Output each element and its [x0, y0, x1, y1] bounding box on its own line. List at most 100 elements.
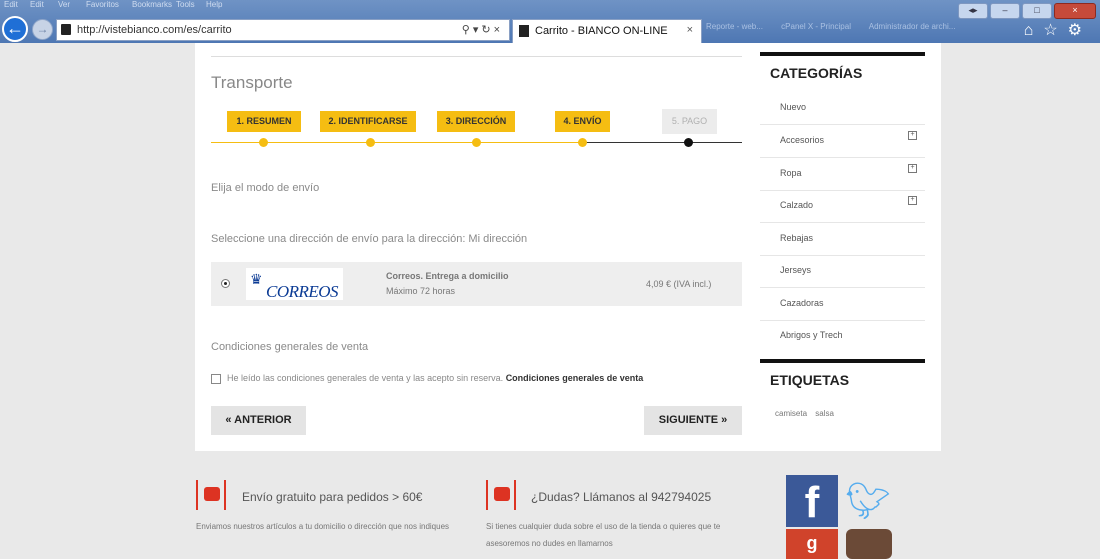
background-tab[interactable]: Administrador de archi... [869, 22, 956, 31]
select-address-text: Seleccione una dirección de envío para l… [211, 233, 528, 245]
menu-item[interactable]: Help [206, 0, 222, 9]
address-bar[interactable]: http://vistebianco.com/es/carrito ⚲▾↻× [56, 19, 510, 41]
crown-horn-icon: ♛ [250, 271, 263, 287]
category-item[interactable]: Ropa + [760, 158, 925, 191]
window-controls: ◂▸ – □ × [956, 0, 1096, 19]
tags-heading-text: ETIQUETAS [770, 372, 850, 388]
step-resumen[interactable]: 1. RESUMEN [227, 111, 301, 132]
carrier-name: Correos. Entrega a domicilio [386, 271, 509, 281]
menu-item[interactable]: Tools [176, 0, 195, 9]
site-icon [61, 24, 71, 35]
terms-heading: Condiciones generales de venta [211, 341, 369, 353]
category-label[interactable]: Jerseys [780, 265, 811, 275]
step-identificarse[interactable]: 2. IDENTIFICARSE [320, 111, 416, 132]
star-icon[interactable]: ☆ [1043, 22, 1067, 39]
browser-toolbar-icons: ⌂☆⚙ [1024, 20, 1092, 40]
previous-button[interactable]: « ANTERIOR [211, 406, 306, 435]
next-button[interactable]: SIGUIENTE » [644, 406, 742, 435]
terms-checkbox[interactable] [211, 374, 221, 384]
terms-link[interactable]: Condiciones generales de venta [506, 373, 644, 383]
categories-heading-text: CATEGORÍAS [770, 65, 863, 81]
tab-title: Carrito - BIANCO ON-LINE [535, 25, 668, 37]
step-dot [578, 138, 587, 147]
category-label[interactable]: Abrigos y Trech [780, 330, 843, 340]
tag-list: camiseta salsa [775, 409, 840, 418]
category-label[interactable]: Accesorios [780, 135, 824, 145]
twitter-icon[interactable]: 🐦︎ [840, 478, 896, 524]
bag-icon [519, 25, 529, 37]
tab-close-icon[interactable]: × [687, 24, 693, 36]
footer-call-text: Si tienes cualquier duda sobre el uso de… [486, 522, 721, 548]
background-tabs: Reporte - web... cPanel X - Principal Ad… [706, 22, 971, 31]
footer-call-title: ¿Dudas? Llámanos al 942794025 [531, 490, 712, 504]
tag-link[interactable]: salsa [815, 409, 834, 418]
menu-item[interactable]: Bookmarks [132, 0, 172, 9]
category-label[interactable]: Ropa [780, 168, 802, 178]
divider [211, 56, 742, 57]
carrier-price: 4,09 € (IVA incl.) [646, 279, 712, 289]
category-item[interactable]: Nuevo [760, 92, 925, 125]
background-tab[interactable]: cPanel X - Principal [781, 22, 851, 31]
step-dot [259, 138, 268, 147]
background-tab[interactable]: Reporte - web... [706, 22, 763, 31]
google-plus-icon[interactable]: g [786, 529, 838, 559]
correos-logo-text: CORREOS [266, 282, 339, 301]
browser-menubar: Edit Edit Ver Favoritos Bookmarks Tools … [0, 0, 1100, 10]
menu-item[interactable]: Edit [4, 0, 18, 9]
close-window-icon[interactable]: × [1054, 3, 1096, 19]
category-label[interactable]: Rebajas [780, 233, 813, 243]
terms-text: He leído las condiciones generales de ve… [227, 373, 504, 383]
terms-label: He leído las condiciones generales de ve… [227, 373, 643, 383]
page-title: Transporte [211, 73, 293, 92]
footer-shipping-title: Envío gratuito para pedidos > 60€ [242, 490, 423, 504]
truck-glyph [204, 487, 220, 501]
expand-plus-icon[interactable]: + [908, 131, 917, 140]
back-arrow-icon[interactable]: ← [2, 16, 28, 42]
footer-shipping-text: Enviamos nuestros artículos a tu domicil… [196, 522, 450, 531]
category-item[interactable]: Abrigos y Trech [760, 320, 925, 352]
step-direccion[interactable]: 3. DIRECCIÓN [437, 111, 515, 132]
category-item[interactable]: Cazadoras [760, 288, 925, 321]
minimize-icon[interactable]: – [990, 3, 1020, 19]
restore-icon[interactable]: ◂▸ [958, 3, 988, 19]
carrier-delay: Máximo 72 horas [386, 286, 456, 296]
category-label[interactable]: Cazadoras [780, 298, 824, 308]
address-tools-icon[interactable]: ⚲▾↻× [462, 23, 503, 36]
progress-line-todo [583, 142, 742, 143]
step-dot [472, 138, 481, 147]
step-pago: 5. PAGO [662, 109, 717, 134]
address-url[interactable]: http://vistebianco.com/es/carrito [77, 24, 232, 36]
tags-heading: ETIQUETAS [760, 359, 925, 399]
carrier-option[interactable]: ♛ CORREOS Correos. Entrega a domicilio M… [211, 262, 742, 306]
choose-mode-text: Elija el modo de envío [211, 182, 320, 194]
home-icon[interactable]: ⌂ [1024, 22, 1044, 39]
menu-item[interactable]: Favoritos [86, 0, 119, 9]
category-item[interactable]: Accesorios + [760, 125, 925, 158]
tag-link[interactable]: camiseta [775, 409, 807, 418]
category-item[interactable]: Rebajas [760, 223, 925, 256]
carrier-radio[interactable] [221, 279, 230, 288]
step-envio: 4. ENVÍO [555, 111, 610, 132]
phone-icon [486, 480, 516, 510]
browser-chrome: Edit Edit Ver Favoritos Bookmarks Tools … [0, 0, 1100, 43]
forward-arrow-icon[interactable]: → [32, 19, 53, 40]
phone-glyph [494, 487, 510, 501]
menu-item[interactable]: Edit [30, 0, 44, 9]
categories-heading: CATEGORÍAS [760, 52, 925, 96]
gear-icon[interactable]: ⚙ [1068, 22, 1092, 39]
correos-logo: ♛ CORREOS [246, 268, 343, 301]
main-content: Transporte 1. RESUMEN 2. IDENTIFICARSE 3… [195, 43, 941, 451]
expand-plus-icon[interactable]: + [908, 164, 917, 173]
category-label[interactable]: Nuevo [780, 102, 806, 112]
browser-tab-active[interactable]: Carrito - BIANCO ON-LINE × [512, 19, 702, 43]
category-item[interactable]: Jerseys [760, 255, 925, 288]
expand-plus-icon[interactable]: + [908, 196, 917, 205]
menu-item[interactable]: Ver [58, 0, 70, 9]
step-dot [366, 138, 375, 147]
category-label[interactable]: Calzado [780, 200, 813, 210]
instagram-icon[interactable] [846, 529, 892, 559]
maximize-icon[interactable]: □ [1022, 3, 1052, 19]
category-item[interactable]: Calzado + [760, 190, 925, 223]
step-dot [684, 138, 693, 147]
facebook-icon[interactable]: f [786, 475, 838, 527]
